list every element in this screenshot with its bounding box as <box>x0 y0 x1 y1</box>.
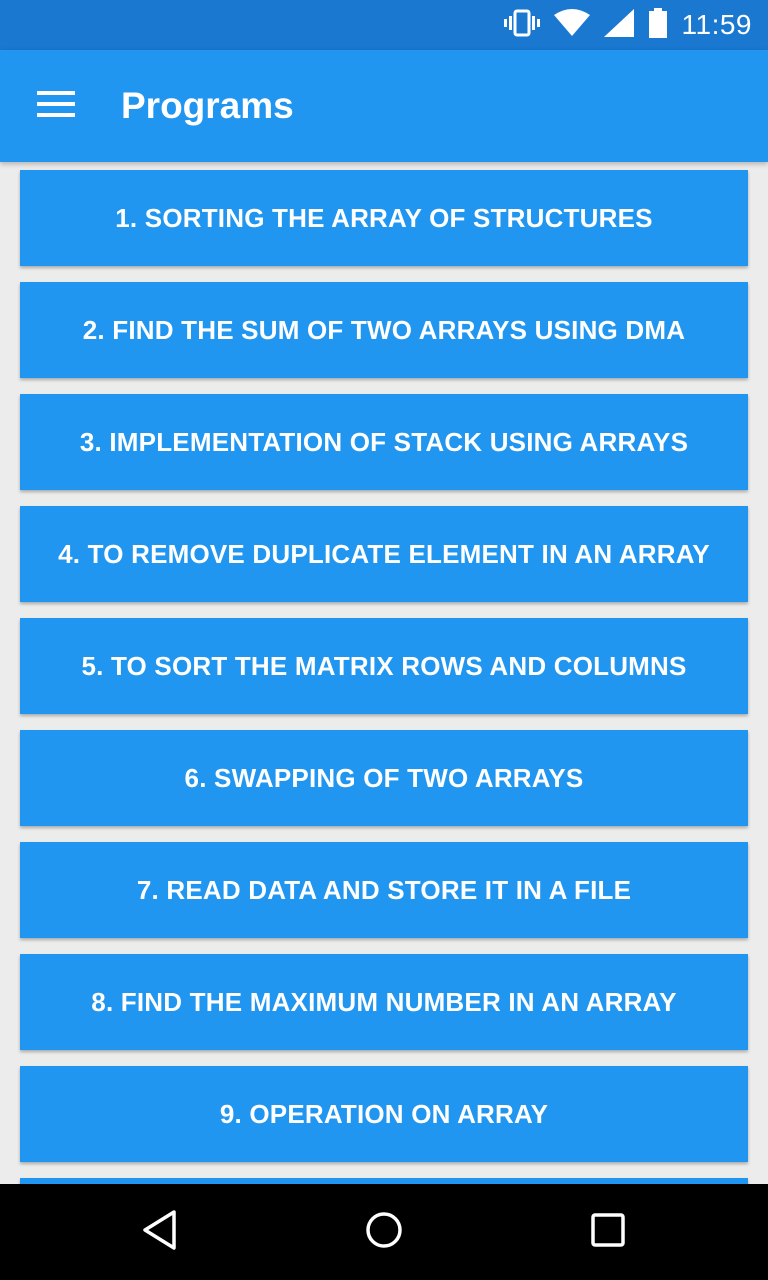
program-button-7[interactable]: 7. READ DATA AND STORE IT IN A FILE <box>20 842 748 938</box>
cell-signal-icon <box>603 8 634 42</box>
status-bar: 11:59 <box>0 0 768 50</box>
vibrate-icon <box>503 9 540 42</box>
app-bar: Programs <box>0 50 768 162</box>
battery-icon <box>648 7 668 43</box>
program-button-4[interactable]: 4. TO REMOVE DUPLICATE ELEMENT IN AN ARR… <box>20 506 748 602</box>
navigation-bar <box>0 1184 768 1280</box>
program-list: 1. SORTING THE ARRAY OF STRUCTURES 2. FI… <box>20 170 748 1184</box>
wifi-icon <box>553 8 590 42</box>
back-icon <box>140 1209 180 1256</box>
program-button-6[interactable]: 6. SWAPPING OF TWO ARRAYS <box>20 730 748 826</box>
status-icons: 11:59 <box>503 0 753 50</box>
program-button-1[interactable]: 1. SORTING THE ARRAY OF STRUCTURES <box>20 170 748 266</box>
status-time: 11:59 <box>681 9 752 40</box>
program-button-3[interactable]: 3. IMPLEMENTATION OF STACK USING ARRAYS <box>20 394 748 490</box>
menu-button[interactable] <box>24 80 88 132</box>
program-button-9[interactable]: 9. OPERATION ON ARRAY <box>20 1066 748 1162</box>
page-title: Programs <box>121 85 294 126</box>
program-button-2[interactable]: 2. FIND THE SUM OF TWO ARRAYS USING DMA <box>20 282 748 378</box>
program-button-5[interactable]: 5. TO SORT THE MATRIX ROWS AND COLUMNS <box>20 618 748 714</box>
back-button[interactable] <box>112 1184 208 1280</box>
program-button-8[interactable]: 8. FIND THE MAXIMUM NUMBER IN AN ARRAY <box>20 954 748 1050</box>
hamburger-menu-icon <box>37 90 75 123</box>
recents-button[interactable] <box>560 1184 656 1280</box>
home-icon <box>364 1210 404 1255</box>
home-button[interactable] <box>336 1184 432 1280</box>
program-list-container[interactable]: 1. SORTING THE ARRAY OF STRUCTURES 2. FI… <box>0 162 768 1184</box>
recents-icon <box>590 1212 626 1253</box>
